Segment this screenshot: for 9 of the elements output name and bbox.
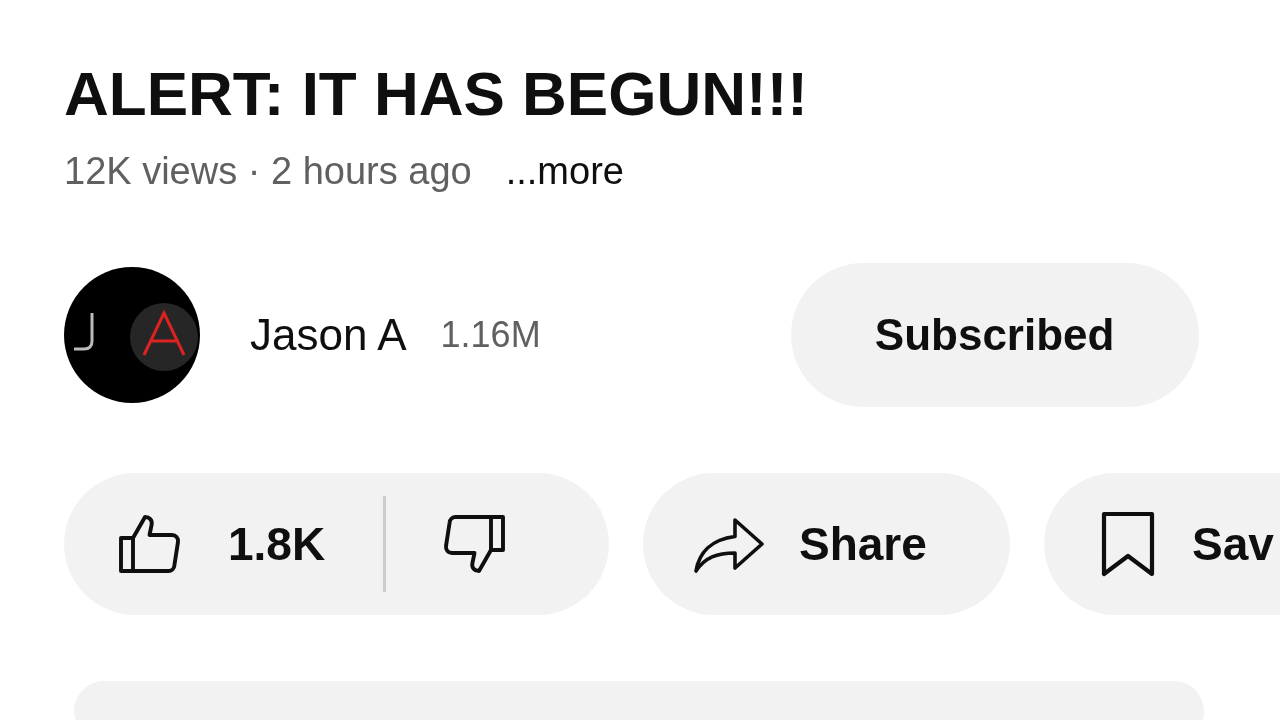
- video-title: ALERT: IT HAS BEGUN!!!: [64, 58, 808, 130]
- share-button[interactable]: Share: [643, 473, 1010, 615]
- channel-name[interactable]: Jason A: [250, 310, 407, 360]
- like-button[interactable]: 1.8K: [114, 473, 326, 615]
- more-link[interactable]: ...more: [505, 150, 624, 193]
- subscriber-count: 1.16M: [440, 314, 541, 356]
- save-button[interactable]: Sav: [1044, 473, 1280, 615]
- subscribe-button[interactable]: Subscribed: [790, 263, 1199, 407]
- video-stats: 12K views · 2 hours ago: [64, 150, 472, 193]
